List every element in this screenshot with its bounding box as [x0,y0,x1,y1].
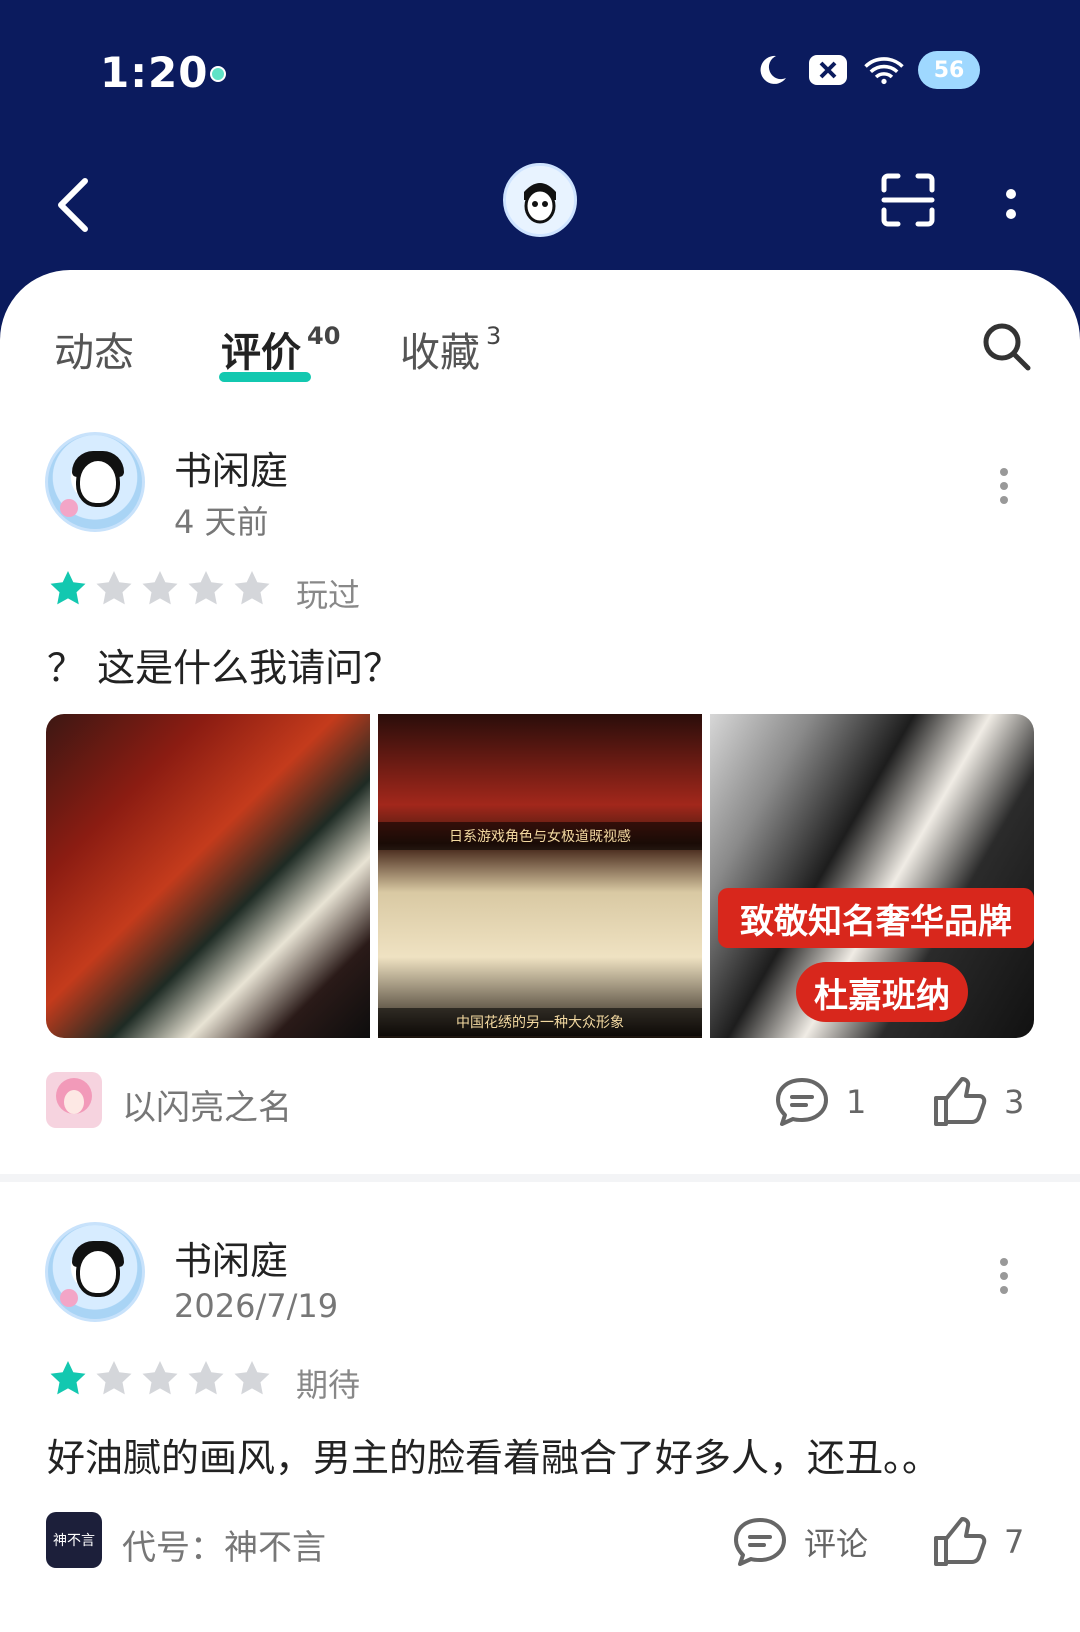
image-text: 杜嘉班纳 [796,962,968,1022]
active-tab-indicator [219,372,311,382]
game-name[interactable]: 代号：神不言 [122,1520,326,1569]
tab-activity[interactable]: 动态 [54,320,134,378]
like-count: 7 [1004,1523,1025,1561]
status-icons: 56 [750,50,980,90]
star-empty-icon [234,1361,270,1395]
comment-count: 1 [846,1083,867,1121]
tab-reviews[interactable]: 评价 40 [221,320,340,378]
star-empty-icon [188,1361,224,1395]
back-button[interactable] [48,170,98,240]
comment-label: 评论 [804,1525,869,1563]
user-avatar[interactable] [45,1222,145,1322]
review-more-button[interactable] [994,1256,1014,1296]
wifi-icon [862,50,906,90]
tab-bar: 动态 评价 40 收藏 3 [0,270,1080,390]
thumbs-up-icon [934,1517,987,1566]
like-count: 3 [1004,1083,1025,1121]
tab-label: 动态 [54,330,134,376]
username[interactable]: 书闲庭 [174,440,288,495]
review-image[interactable]: 致敬知名奢华品牌 杜嘉班纳 [710,714,1034,1038]
play-status-label: 期待 [296,1366,361,1404]
image-text: 致敬知名奢华品牌 [718,888,1034,948]
more-options-button[interactable] [996,174,1026,234]
play-status-label: 玩过 [296,576,361,614]
like-button[interactable]: 7 [932,1516,1024,1568]
review-date: 2026/7/19 [174,1287,339,1325]
review-footer: 神不言 代号：神不言 评论 7 [0,1512,1080,1576]
chevron-left-icon [58,178,88,232]
star-empty-icon [142,1361,178,1395]
tab-count: 40 [307,322,341,350]
review-more-button[interactable] [994,466,1014,506]
status-bar: 1:20 56 [0,0,1080,130]
profile-avatar[interactable] [503,163,577,237]
moon-icon [750,50,794,90]
tab-count: 3 [486,322,502,350]
star-empty-icon [96,571,132,605]
search-icon [983,323,1031,371]
tab-favorites[interactable]: 收藏 3 [400,320,501,378]
star-empty-icon [234,571,270,605]
mute-icon [806,50,850,90]
tab-label: 收藏 [400,330,480,376]
game-icon-text: 神不言 [53,1533,95,1549]
more-vertical-icon [1000,468,1008,504]
more-vertical-icon [1006,189,1016,219]
review-footer: 以闪亮之名 1 3 [0,1072,1080,1136]
scan-button[interactable] [878,170,938,230]
tab-label: 评价 [221,330,301,376]
scan-icon [881,173,935,227]
notification-dot-icon [210,66,226,82]
game-icon[interactable] [46,1072,102,1128]
user-avatar[interactable] [45,432,145,532]
game-icon[interactable]: 神不言 [46,1512,102,1568]
review-text: ？ 这是什么我请问？ [47,646,402,690]
comment-icon [776,1078,828,1126]
review-date: 4 天前 [174,503,269,541]
status-time: 1:20 [100,48,209,97]
star-rating [47,1358,273,1400]
game-name[interactable]: 以闪亮之名 [122,1080,292,1129]
nav-bar [0,130,1080,280]
star-filled-icon [50,1361,86,1395]
star-empty-icon [188,571,224,605]
star-empty-icon [142,571,178,605]
review-image[interactable] [46,714,370,1038]
image-text: 日系游戏角色与女极道既视感 [378,822,702,850]
search-button[interactable] [980,320,1032,372]
comment-button[interactable]: 1 [774,1076,866,1128]
comment-icon [734,1518,786,1566]
username[interactable]: 书闲庭 [174,1230,288,1285]
review-image[interactable]: 日系游戏角色与女极道既视感 中国花绣的另一种大众形象 [378,714,702,1038]
more-vertical-icon [1000,1258,1008,1294]
star-empty-icon [96,1361,132,1395]
comment-button[interactable]: 评论 [732,1516,868,1568]
like-button[interactable]: 3 [932,1076,1024,1128]
image-text: 中国花绣的另一种大众形象 [378,1008,702,1036]
section-divider [0,1174,1080,1182]
review-images: 日系游戏角色与女极道既视感 中国花绣的另一种大众形象 致敬知名奢华品牌 杜嘉班纳 [46,714,1034,1038]
thumbs-up-icon [934,1077,987,1126]
battery-icon: 56 [918,51,980,89]
star-filled-icon [50,571,86,605]
review-text: 好油腻的画风，男主的脸看着融合了好多人，还丑。。 [47,1436,941,1480]
star-rating [47,568,273,610]
